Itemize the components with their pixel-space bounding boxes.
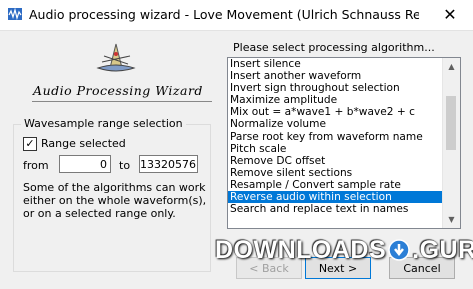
list-scrollbar[interactable]: ▲ ▼ [442, 58, 460, 228]
algorithm-list-item[interactable]: Maximize amplitude [228, 94, 444, 106]
algorithm-list-item[interactable]: Normalize volume [228, 118, 444, 130]
close-icon: ✕ [443, 5, 457, 24]
wizard-logo-text: Audio Processing Wizard [33, 83, 203, 98]
downloads-guru-watermark: DOWNLOADS .GURU [215, 236, 473, 276]
algorithm-list-item[interactable]: Reverse audio within selection [228, 191, 444, 204]
algorithm-list-item[interactable]: Remove silent sections [228, 167, 444, 179]
watermark-right-text: .GURU [412, 236, 473, 264]
range-description: Some of the algorithms can work either o… [23, 181, 207, 220]
logo-underline [32, 101, 212, 102]
range-selected-checkbox[interactable]: ✓ [23, 137, 37, 151]
app-icon [8, 7, 22, 21]
from-field[interactable]: 0 [59, 155, 111, 173]
algorithm-list-item[interactable]: Remove DC offset [228, 155, 444, 167]
download-arrow-icon [388, 239, 410, 261]
to-field[interactable]: 13320576 [139, 155, 198, 173]
from-label: from [23, 159, 49, 172]
algorithm-list-items: Insert silence Insert another waveform Inv… [228, 58, 444, 215]
algorithm-list-item[interactable]: Resample / Convert sample rate [228, 179, 444, 191]
algorithm-list-item[interactable]: Insert another waveform [228, 70, 444, 82]
algorithm-list-item[interactable]: Search and replace text in names [228, 203, 444, 215]
title-bar: Audio processing wizard - Love Movement … [0, 0, 473, 31]
algorithm-list-label: Please select processing algorithm... [233, 41, 435, 54]
algorithm-list-item[interactable]: Insert silence [228, 58, 444, 70]
wizard-hat-icon [96, 43, 136, 72]
algorithm-list-item[interactable]: Invert sign throughout selection [228, 82, 444, 94]
scroll-up-icon[interactable]: ▲ [443, 58, 460, 75]
range-selected-label: Range selected [41, 137, 126, 150]
scroll-down-icon[interactable]: ▼ [443, 211, 460, 228]
algorithm-list-item[interactable]: Parse root key from waveform name [228, 131, 444, 143]
close-button[interactable]: ✕ [427, 0, 473, 30]
range-group-title: Wavesample range selection [21, 117, 186, 130]
watermark-left-text: DOWNLOADS [215, 236, 387, 264]
algorithm-list-item[interactable]: Pitch scale [228, 143, 444, 155]
algorithm-listbox[interactable]: Insert silence Insert another waveform Inv… [227, 57, 461, 229]
range-selection-group: Wavesample range selection ✓ Range selec… [13, 117, 211, 272]
window-title: Audio processing wizard - Love Movement … [29, 7, 419, 22]
to-label: to [119, 159, 131, 172]
scroll-thumb[interactable] [446, 96, 456, 150]
algorithm-list-item[interactable]: Mix out = a*wave1 + b*wave2 + c [228, 106, 444, 118]
